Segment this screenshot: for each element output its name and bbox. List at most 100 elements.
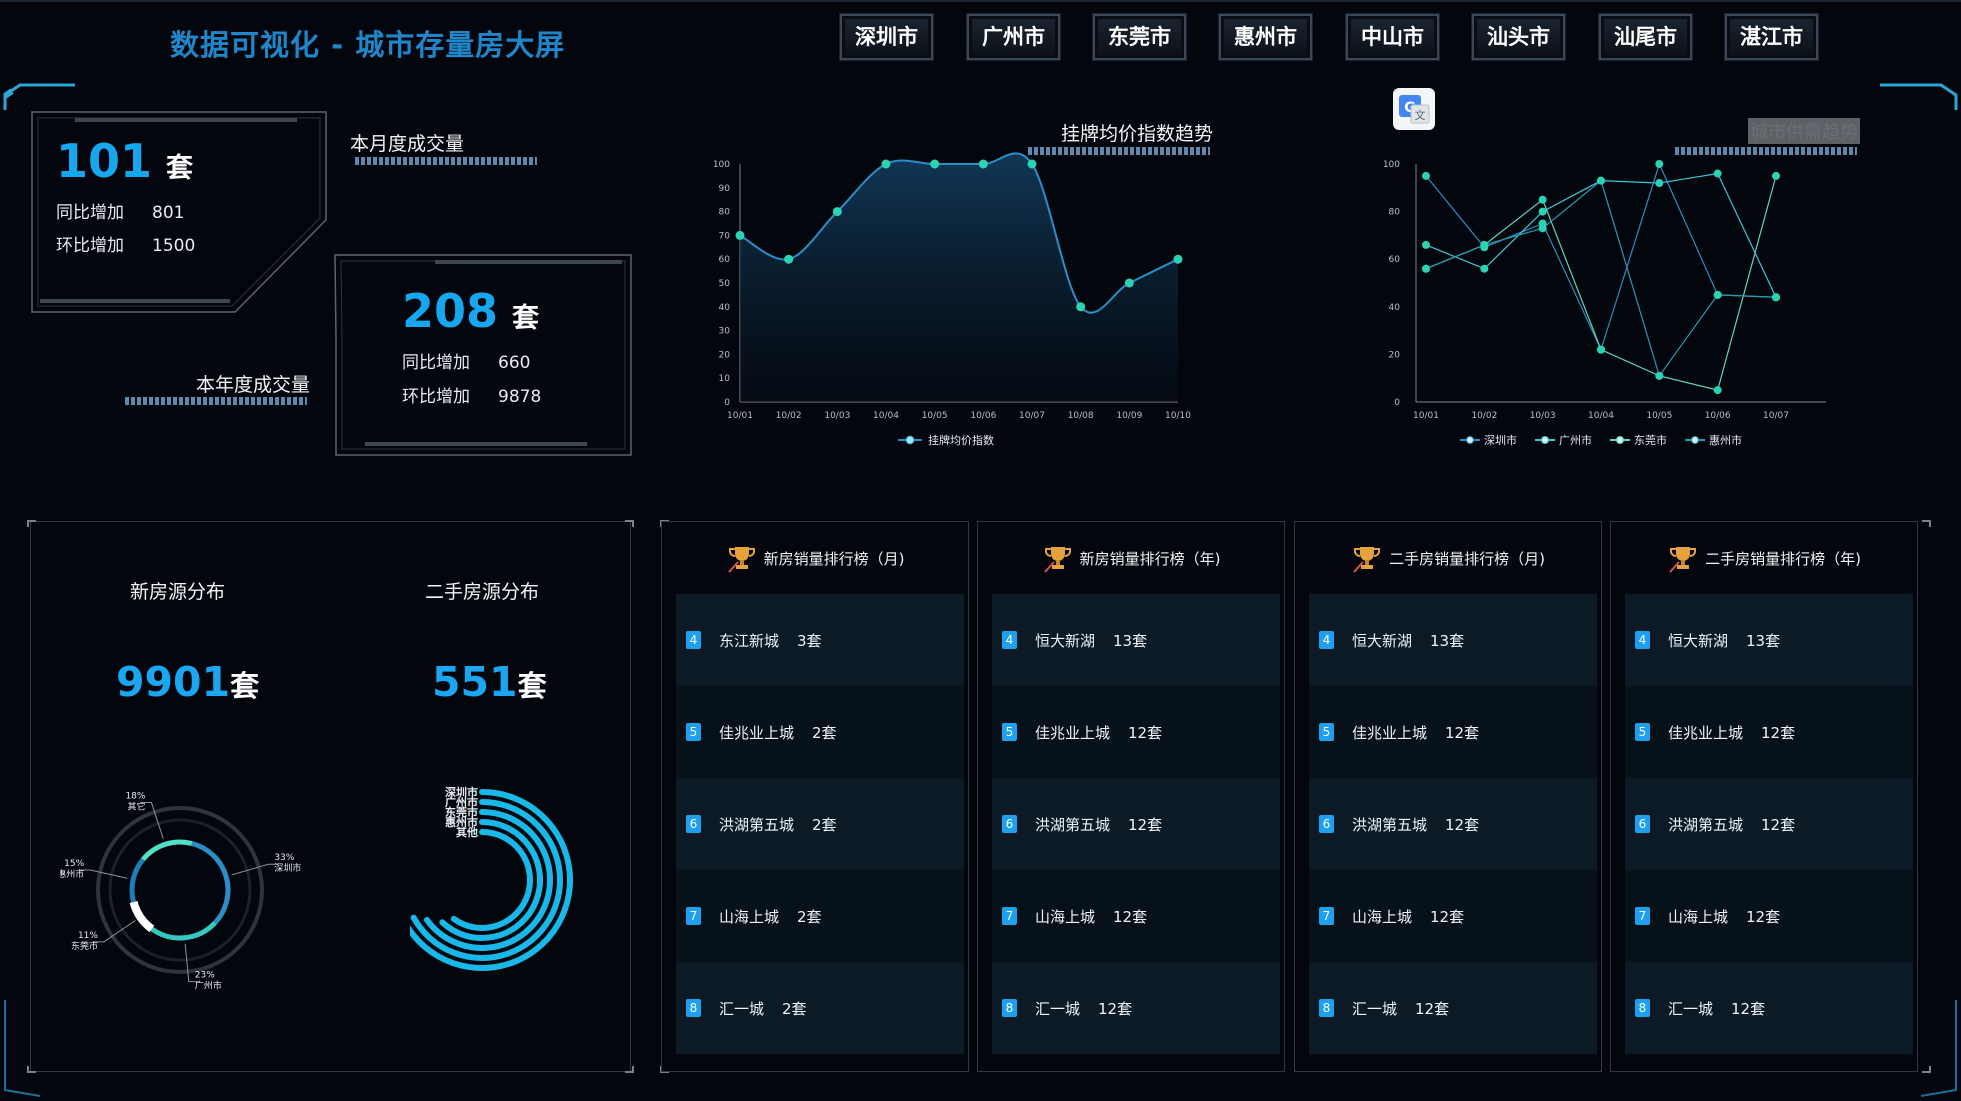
legend-dot-marker — [1466, 436, 1474, 444]
price-index-point — [978, 159, 988, 169]
x-tick-label: 10/06 — [970, 411, 996, 421]
city-button-shantou[interactable]: 汕头市 — [1472, 14, 1565, 60]
rank-item-name: 洪湖第五城 — [1352, 815, 1428, 834]
x-tick-label: 10/02 — [776, 411, 802, 421]
trophy-icon — [1353, 547, 1381, 573]
second-distribution-total: 551套 — [432, 658, 547, 706]
city-button-guangzhou[interactable]: 广州市 — [967, 14, 1060, 60]
ranking-item[interactable]: 7 山海上城 12套 — [992, 870, 1280, 962]
ranking-item[interactable]: 8 汇一城 2套 — [676, 962, 964, 1054]
ranking-item[interactable]: 5 佳兆业上城 12套 — [992, 686, 1280, 778]
city-button-zhanjiang[interactable]: 湛江市 — [1725, 14, 1818, 60]
yearly-unit: 套 — [512, 303, 540, 334]
city-button-zhongshan[interactable]: 中山市 — [1346, 14, 1439, 60]
y-tick-label: 100 — [1383, 160, 1400, 170]
rank-item-count: 13套 — [1430, 631, 1465, 650]
rank-item-count: 12套 — [1430, 907, 1465, 926]
donut-percent-label: 15% — [64, 859, 84, 869]
ranking-item[interactable]: 6 洪湖第五城 2套 — [676, 778, 964, 870]
legend-dot-marker — [905, 435, 915, 445]
rank-item-count: 12套 — [1445, 723, 1480, 742]
price-index-chart: 0 10 20 30 40 50 60 70 80 90 100 10/01 10/02 10/03 10/… — [713, 152, 1191, 447]
x-tick-label: 10/05 — [1646, 411, 1672, 421]
rank-badge: 5 — [1002, 723, 1017, 741]
price-index-area — [740, 153, 1178, 402]
rank-item-count: 12套 — [1761, 815, 1796, 834]
rank-item-name: 佳兆业上城 — [719, 723, 795, 742]
rank-item-count: 12套 — [1128, 723, 1163, 742]
monthly-yoy-value: 801 — [152, 203, 185, 223]
rank-item-name: 洪湖第五城 — [719, 815, 795, 834]
series-line — [1425, 162, 1777, 352]
supply-demand-title: 城市供需趋势 — [1748, 118, 1860, 144]
price-index-point — [735, 230, 745, 240]
rank-item-count: 2套 — [812, 723, 837, 742]
y-tick-label: 20 — [1389, 350, 1401, 360]
donut-category-label: 其它 — [127, 801, 145, 813]
series-point — [1713, 290, 1722, 299]
price-index-point — [832, 207, 842, 217]
rank-item-count: 12套 — [1113, 907, 1148, 926]
monthly-mom-value: 1500 — [152, 236, 196, 256]
ranking-item[interactable]: 4 恒大新湖 13套 — [992, 594, 1280, 686]
ranking-item[interactable]: 7 山海上城 2套 — [676, 870, 964, 962]
y-tick-label: 90 — [719, 184, 731, 194]
ranking-item[interactable]: 5 佳兆业上城 2套 — [676, 686, 964, 778]
ranking-item[interactable]: 6 洪湖第五城 12套 — [1625, 778, 1913, 870]
donut-percent-label: 11% — [78, 931, 98, 941]
trophy-icon — [727, 547, 755, 573]
ranking-title: 二手房销量排行榜（年) — [1705, 549, 1861, 568]
rank-badge: 6 — [1002, 815, 1017, 833]
x-tick-label: 10/08 — [1068, 411, 1094, 421]
rank-badge: 4 — [1319, 631, 1334, 649]
ranking-item[interactable]: 6 洪湖第五城 12套 — [1309, 778, 1597, 870]
rank-badge: 7 — [1635, 907, 1650, 925]
ranking-item[interactable]: 6 洪湖第五城 12套 — [992, 778, 1280, 870]
rank-item-name: 山海上城 — [719, 907, 780, 926]
y-tick-label: 60 — [1389, 255, 1401, 265]
rank-item-name: 恒大新湖 — [1352, 631, 1413, 650]
series-point — [1422, 240, 1430, 249]
city-button-shanwei[interactable]: 汕尾市 — [1599, 14, 1692, 60]
price-index-point — [784, 254, 794, 264]
series-point — [1422, 264, 1430, 273]
rank-badge: 8 — [1002, 999, 1017, 1017]
ranking-item[interactable]: 8 汇一城 12套 — [1625, 962, 1913, 1054]
monthly-value: 101 — [56, 134, 153, 188]
ranking-item[interactable]: 4 东江新城 3套 — [676, 594, 964, 686]
yearly-mom-row: 环比增加 9878 — [402, 382, 541, 407]
ranking-title: 新房销量排行榜（月) — [763, 549, 905, 568]
monthly-unit: 套 — [166, 153, 194, 184]
series-point — [1480, 240, 1489, 249]
city-button-shenzhen[interactable]: 深圳市 — [840, 14, 933, 60]
city-button-dongguan[interactable]: 东莞市 — [1093, 14, 1186, 60]
rank-item-name: 恒大新湖 — [1035, 631, 1096, 650]
yearly-mom-label: 环比增加 — [402, 387, 470, 407]
rank-badge: 5 — [1635, 723, 1650, 741]
x-tick-label: 10/01 — [727, 411, 753, 421]
rank-badge: 7 — [1319, 907, 1334, 925]
ranking-item[interactable]: 5 佳兆业上城 12套 — [1625, 686, 1913, 778]
ranking-item[interactable]: 7 山海上城 12套 — [1625, 870, 1913, 962]
ranking-item[interactable]: 8 汇一城 12套 — [992, 962, 1280, 1054]
second-distribution-value: 551 — [432, 658, 518, 706]
ranking-item[interactable]: 4 恒大新湖 13套 — [1625, 594, 1913, 686]
radial-bar-label: 其他 — [456, 825, 478, 839]
y-tick-label: 30 — [719, 327, 731, 337]
city-button-huizhou[interactable]: 惠州市 — [1219, 14, 1312, 60]
ranking-item[interactable]: 4 恒大新湖 13套 — [1309, 594, 1597, 686]
ranking-list: 4 恒大新湖 13套 5 佳兆业上城 12套 6 洪湖第五城 12套 7 山海上城 12套 8 汇一城 12… — [1625, 594, 1913, 1054]
new-distribution-unit: 套 — [230, 669, 260, 703]
ranking-item[interactable]: 7 山海上城 12套 — [1309, 870, 1597, 962]
ranking-item[interactable]: 5 佳兆业上城 12套 — [1309, 686, 1597, 778]
series-point — [1597, 345, 1605, 354]
translate-icon[interactable]: G 文 — [1393, 88, 1435, 130]
series-point — [1597, 176, 1605, 185]
y-tick-label: 80 — [1389, 208, 1401, 218]
legend-dot-marker — [1541, 436, 1549, 444]
x-tick-label: 10/03 — [1530, 411, 1556, 421]
rank-badge: 5 — [1319, 723, 1334, 741]
rank-badge: 6 — [686, 815, 701, 833]
rank-item-count: 2套 — [797, 907, 822, 926]
ranking-item[interactable]: 8 汇一城 12套 — [1309, 962, 1597, 1054]
